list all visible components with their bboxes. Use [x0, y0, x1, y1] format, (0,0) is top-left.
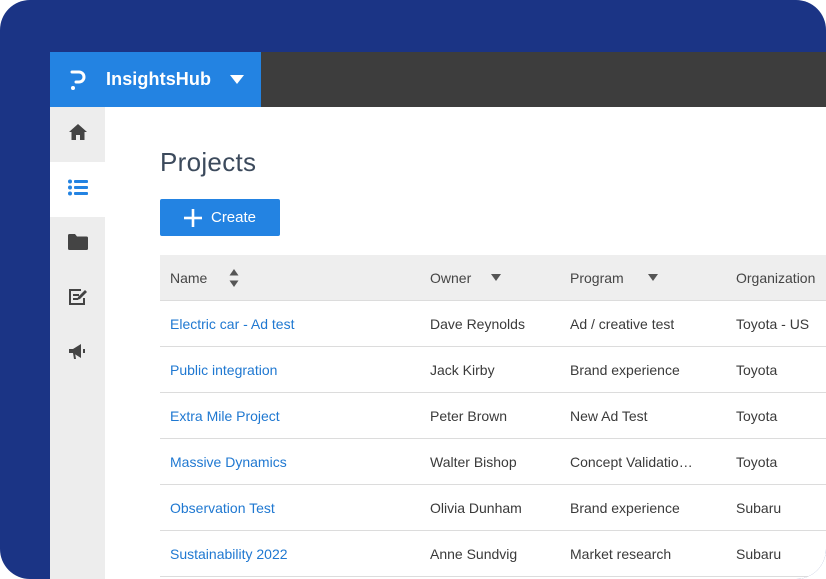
megaphone-icon [68, 344, 87, 365]
column-header-program[interactable]: Program [561, 270, 727, 286]
table-row[interactable]: Electric car - Ad test Dave Reynolds Ad … [160, 301, 826, 347]
owner-cell: Anne Sundvig [430, 545, 518, 562]
create-button-label: Create [210, 209, 257, 226]
table-row[interactable]: Massive Dynamics Walter Bishop Concept V… [160, 439, 826, 485]
plus-icon [183, 208, 202, 227]
program-cell: Brand experience [570, 499, 680, 516]
owner-cell: Walter Bishop [430, 453, 517, 470]
sidebar-item-projects[interactable] [50, 162, 105, 217]
project-name-link[interactable]: Public integration [170, 362, 277, 378]
sidebar [50, 107, 105, 579]
top-bar: InsightsHub [50, 52, 826, 107]
organization-cell: Toyota [736, 361, 778, 378]
caret-down-icon[interactable] [225, 68, 249, 92]
main-content: Projects Create Name Owner Program Organ… [105, 107, 826, 579]
column-label-owner: Owner [430, 269, 472, 286]
table-row[interactable]: Sustainability 2022 Anne Sundvig Market … [160, 531, 826, 577]
table-row[interactable]: Extra Mile Project Peter Brown New Ad Te… [160, 393, 826, 439]
owner-cell: Olivia Dunham [430, 499, 522, 516]
caret-down-icon[interactable] [647, 274, 658, 281]
table-row[interactable]: Observation Test Olivia Dunham Brand exp… [160, 485, 826, 531]
column-header-owner[interactable]: Owner [421, 270, 561, 286]
column-label-program: Program [570, 269, 624, 286]
p-logo-icon [50, 52, 106, 107]
column-header-name[interactable]: Name [160, 268, 421, 288]
home-icon [68, 124, 87, 145]
list-icon [67, 179, 88, 201]
organization-cell: Toyota [736, 453, 778, 470]
projects-table: Name Owner Program Organization Electric… [160, 255, 826, 577]
organization-cell: Subaru [736, 499, 782, 516]
program-cell: New Ad Test [570, 407, 648, 424]
table-row[interactable]: Public integration Jack Kirby Brand expe… [160, 347, 826, 393]
sidebar-item-home[interactable] [50, 107, 105, 162]
sidebar-item-folders[interactable] [50, 217, 105, 272]
project-name-link[interactable]: Electric car - Ad test [170, 316, 294, 332]
column-label-organization: Organization [736, 269, 816, 286]
page-title: Projects [160, 147, 257, 177]
sidebar-item-announcements[interactable] [50, 327, 105, 382]
app-name: InsightsHub [106, 69, 212, 89]
program-cell: Concept Validatio… [570, 453, 693, 470]
folder-icon [67, 234, 88, 255]
program-cell: Brand experience [570, 361, 680, 378]
organization-cell: Subaru [736, 545, 782, 562]
program-cell: Ad / creative test [570, 315, 675, 332]
program-cell: Market research [570, 545, 672, 562]
owner-cell: Dave Reynolds [430, 315, 525, 332]
owner-cell: Peter Brown [430, 407, 508, 424]
table-header: Name Owner Program Organization [160, 255, 826, 301]
app-window: InsightsHub Projects Create Name Owner P… [50, 52, 826, 579]
project-name-link[interactable]: Massive Dynamics [170, 454, 287, 470]
organization-cell: Toyota [736, 407, 778, 424]
workspace-switcher[interactable]: InsightsHub [50, 52, 261, 107]
owner-cell: Jack Kirby [430, 361, 495, 378]
sort-icon[interactable] [229, 268, 239, 288]
column-header-organization[interactable]: Organization [727, 270, 826, 286]
caret-down-icon[interactable] [491, 274, 502, 281]
create-button[interactable]: Create [160, 199, 280, 236]
background-frame: InsightsHub Projects Create Name Owner P… [0, 0, 826, 579]
project-name-link[interactable]: Sustainability 2022 [170, 546, 288, 562]
column-label-name: Name [170, 269, 208, 286]
project-name-link[interactable]: Extra Mile Project [170, 408, 280, 424]
organization-cell: Toyota - US [736, 315, 810, 332]
project-name-link[interactable]: Observation Test [170, 500, 275, 516]
edit-icon [68, 288, 88, 311]
sidebar-item-edit[interactable] [50, 272, 105, 327]
